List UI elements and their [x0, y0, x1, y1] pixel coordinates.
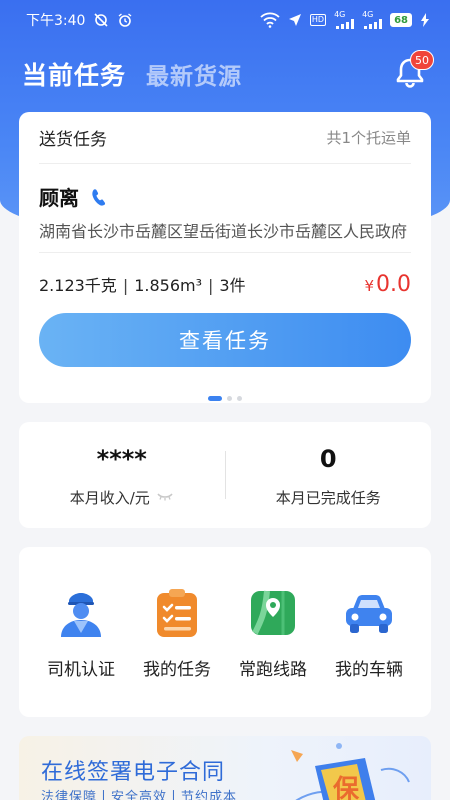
completed-tasks-label: 本月已完成任务 [275, 488, 381, 507]
menu-item-my-tasks[interactable]: 我的任务 [132, 585, 222, 680]
monthly-income-label: 本月收入/元 [69, 488, 150, 507]
e-contract-banner[interactable]: 在线签署电子合同 法律保障丨安全高效丨节约成本 保 [19, 736, 431, 800]
route-map-icon [245, 585, 301, 641]
carousel-pager [19, 396, 431, 401]
monthly-income-value: **** [96, 444, 147, 473]
shield-glyph: 保 [332, 775, 360, 800]
waybill-count: 共1个托运单 [326, 129, 411, 147]
pager-dot-active [208, 396, 222, 401]
notification-count-badge: 50 [410, 50, 434, 70]
view-task-button[interactable]: 查看任务 [39, 313, 411, 367]
network-label-2: 4G [362, 10, 374, 19]
menu-item-frequent-routes[interactable]: 常跑线路 [228, 585, 318, 680]
menu-item-driver-certification[interactable]: 司机认证 [36, 585, 126, 680]
signal-icon-1: 4G [334, 10, 355, 29]
tab-current-tasks[interactable]: 当前任务 [22, 56, 126, 92]
metric-separator: | [208, 276, 214, 295]
menu-item-my-vehicles[interactable]: 我的车辆 [324, 585, 414, 680]
tab-latest-sources[interactable]: 最新货源 [146, 57, 242, 91]
price-value: 0.0 [376, 271, 411, 297]
driver-icon [53, 585, 109, 641]
completed-tasks-value: 0 [319, 444, 337, 473]
quick-menu-card: 司机认证 我的任务 常跑线路 我的车辆 [19, 547, 431, 717]
currency-symbol: ¥ [364, 276, 374, 295]
cargo-weight: 2.123千克 [39, 276, 117, 295]
contact-name: 顾离 [39, 186, 79, 210]
completed-tasks-stat[interactable]: 0 本月已完成任务 [226, 443, 432, 508]
delivery-address: 湖南省长沙市岳麓区望岳街道长沙市岳麓区人民政府 [39, 219, 411, 253]
banner-illustration: 保 [291, 743, 410, 800]
contact-row: 顾离 [39, 182, 411, 211]
pager-dot [237, 396, 242, 401]
tasks-clipboard-icon [149, 585, 205, 641]
do-not-disturb-icon [93, 12, 109, 28]
charging-icon [420, 13, 430, 27]
car-icon [341, 585, 397, 641]
banner-cone-icon [291, 750, 303, 762]
task-card[interactable]: 送货任务 共1个托运单 顾离 湖南省长沙市岳麓区望岳街道长沙市岳麓区人民政府 2… [19, 112, 431, 403]
phone-icon[interactable] [91, 188, 107, 206]
location-arrow-icon [288, 13, 302, 27]
menu-label-driver-certification: 司机认证 [47, 659, 115, 680]
banner-title: 在线签署电子合同 [41, 760, 226, 785]
signal-icon-2: 4G [362, 10, 383, 29]
freight-price: ¥0.0 [364, 272, 411, 297]
status-bar: 下午3:40 HD 4G 4G 68 [0, 0, 450, 40]
cargo-metrics-row: 2.123千克 | 1.856m³ | 3件 ¥0.0 [39, 271, 411, 297]
task-type: 送货任务 [39, 130, 107, 150]
alarm-icon [117, 12, 133, 28]
banner-subtitle: 法律保障丨安全高效丨节约成本 [41, 790, 238, 800]
monthly-income-label-row: 本月收入/元 [70, 487, 174, 508]
notifications-button[interactable]: 50 [390, 50, 434, 94]
pager-dot [227, 396, 232, 401]
wifi-icon [260, 12, 280, 28]
cargo-metrics: 2.123千克 | 1.856m³ | 3件 [39, 272, 246, 296]
task-card-header: 送货任务 共1个托运单 [39, 112, 411, 164]
battery-indicator: 68 [390, 13, 412, 27]
stats-card: **** 本月收入/元 0 本月已完成任务 [19, 422, 431, 528]
hd-badge: HD [309, 14, 327, 26]
eye-closed-icon[interactable] [156, 488, 174, 506]
banner-dot [336, 743, 342, 749]
status-time: 下午3:40 [26, 13, 86, 29]
monthly-income-stat: **** 本月收入/元 [19, 443, 225, 508]
menu-label-my-tasks: 我的任务 [143, 659, 211, 680]
cargo-volume: 1.856m³ [134, 276, 203, 295]
metric-separator: | [122, 276, 129, 295]
cargo-pieces: 3件 [219, 276, 246, 295]
banner-arc [380, 767, 410, 783]
top-header: 当前任务 最新货源 50 [22, 50, 434, 96]
menu-label-frequent-routes: 常跑线路 [239, 659, 307, 680]
menu-label-my-vehicles: 我的车辆 [335, 659, 403, 680]
network-label-1: 4G [334, 10, 346, 19]
